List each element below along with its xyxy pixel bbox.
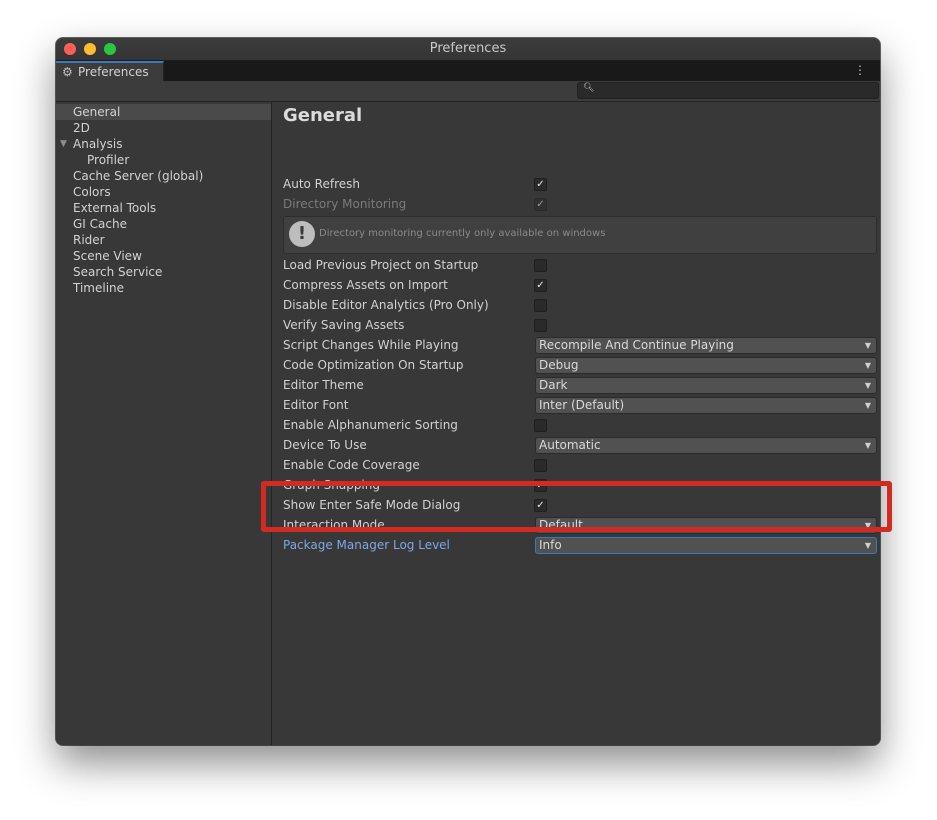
auto-refresh-label: Auto Refresh [283, 177, 360, 191]
dropdown-value: Automatic [539, 438, 601, 452]
directory-monitoring-label: Directory Monitoring [283, 197, 407, 211]
script-changes-dropdown[interactable]: Recompile And Continue Playing ▼ [535, 337, 877, 354]
search-input[interactable]: 🔍︎ [577, 82, 879, 99]
dropdown-value: Recompile And Continue Playing [539, 338, 734, 352]
editor-font-dropdown[interactable]: Inter (Default) ▼ [535, 397, 877, 414]
dropdown-arrow-icon: ▼ [864, 341, 871, 350]
help-box: ! Directory monitoring currently only av… [283, 216, 877, 254]
auto-refresh-checkbox[interactable]: ✓ [534, 178, 547, 191]
search-icon: 🔍︎ [583, 83, 595, 93]
editor-theme-dropdown[interactable]: Dark ▼ [535, 377, 877, 394]
sidebar-item-label: GI Cache [73, 217, 127, 231]
sidebar-item-timeline[interactable]: Timeline [56, 280, 271, 296]
tab-label: Preferences [78, 65, 149, 79]
sidebar-item-label: Profiler [87, 153, 130, 167]
disable-editor-analytics-label: Disable Editor Analytics (Pro Only) [283, 298, 489, 312]
sidebar-item-scene-view[interactable]: Scene View [56, 248, 271, 264]
sidebar-item-cache-server[interactable]: Cache Server (global) [56, 168, 271, 184]
dropdown-arrow-icon: ▼ [864, 441, 871, 450]
verify-saving-assets-checkbox[interactable] [534, 319, 547, 332]
directory-monitoring-checkbox: ✓ [534, 198, 547, 211]
sidebar-item-label: Analysis [73, 137, 123, 151]
dropdown-value: Debug [539, 358, 579, 372]
sidebar-item-label: Timeline [73, 281, 125, 295]
sidebar-item-label: Cache Server (global) [73, 169, 204, 183]
sidebar-item-label: Rider [73, 233, 105, 247]
sidebar-item-label: Colors [73, 185, 111, 199]
dropdown-value: Dark [539, 378, 568, 392]
dropdown-arrow-icon: ▼ [864, 401, 871, 410]
load-previous-project-checkbox[interactable] [534, 259, 547, 272]
verify-saving-assets-label: Verify Saving Assets [283, 318, 405, 332]
code-optimization-label: Code Optimization On Startup [283, 358, 464, 372]
package-manager-log-level-dropdown[interactable]: Info ▼ [535, 537, 877, 554]
window-title: Preferences [429, 41, 507, 56]
sidebar-item-analysis[interactable]: ▼ Analysis [56, 136, 271, 152]
sidebar-item-label: Search Service [73, 265, 163, 279]
dropdown-arrow-icon: ▼ [864, 361, 871, 370]
check-icon: ✓ [536, 199, 545, 210]
tab-bar: ⚙ Preferences ⋮ [56, 61, 880, 81]
warning-icon: ! [289, 221, 315, 247]
sidebar-item-external-tools[interactable]: External Tools [56, 200, 271, 216]
code-optimization-dropdown[interactable]: Debug ▼ [535, 357, 877, 374]
load-previous-project-label: Load Previous Project on Startup [283, 258, 479, 272]
editor-font-label: Editor Font [283, 398, 349, 412]
compress-assets-checkbox[interactable]: ✓ [534, 279, 547, 292]
check-icon: ✓ [536, 179, 545, 190]
sidebar-item-search-service[interactable]: Search Service [56, 264, 271, 280]
disable-editor-analytics-checkbox[interactable] [534, 299, 547, 312]
alphanumeric-sorting-checkbox[interactable] [534, 419, 547, 432]
expand-arrow-icon[interactable]: ▼ [60, 136, 67, 152]
alphanumeric-sorting-label: Enable Alphanumeric Sorting [283, 418, 458, 432]
device-to-use-dropdown[interactable]: Automatic ▼ [535, 437, 877, 454]
page-title: General [283, 105, 363, 126]
settings-panel: General Auto Refresh ✓ Directory Monitor… [272, 102, 880, 745]
kebab-menu-icon[interactable]: ⋮ [854, 63, 866, 77]
check-icon: ✓ [536, 280, 545, 291]
sidebar-item-rider[interactable]: Rider [56, 232, 271, 248]
sidebar-item-label: General [73, 105, 121, 119]
device-to-use-label: Device To Use [283, 438, 367, 452]
highlight-annotation-box [261, 481, 892, 532]
compress-assets-label: Compress Assets on Import [283, 278, 448, 292]
gear-icon: ⚙ [62, 65, 73, 79]
code-coverage-label: Enable Code Coverage [283, 458, 420, 472]
title-bar: Preferences [56, 38, 880, 61]
sidebar-item-label: 2D [73, 121, 90, 135]
dropdown-arrow-icon: ▼ [864, 541, 871, 550]
help-text: Directory monitoring currently only avai… [319, 228, 606, 239]
sidebar-item-profiler[interactable]: Profiler [56, 152, 271, 168]
search-toolbar: 🔍︎ [56, 81, 880, 102]
sidebar-item-general[interactable]: General [56, 104, 271, 120]
dropdown-arrow-icon: ▼ [864, 381, 871, 390]
sidebar-item-label: External Tools [73, 201, 157, 215]
preferences-window: Preferences ⚙ Preferences ⋮ 🔍︎ General 2… [56, 38, 880, 745]
tab-preferences[interactable]: ⚙ Preferences [56, 61, 164, 81]
editor-theme-label: Editor Theme [283, 378, 364, 392]
sidebar: General 2D ▼ Analysis Profiler Cache Ser… [56, 102, 272, 745]
code-coverage-checkbox[interactable] [534, 459, 547, 472]
script-changes-label: Script Changes While Playing [283, 338, 459, 352]
sidebar-item-gi-cache[interactable]: GI Cache [56, 216, 271, 232]
dropdown-value: Info [539, 538, 562, 552]
sidebar-item-colors[interactable]: Colors [56, 184, 271, 200]
package-manager-log-level-label: Package Manager Log Level [283, 538, 450, 552]
sidebar-item-2d[interactable]: 2D [56, 120, 271, 136]
dropdown-value: Inter (Default) [539, 398, 625, 412]
sidebar-item-label: Scene View [73, 249, 142, 263]
